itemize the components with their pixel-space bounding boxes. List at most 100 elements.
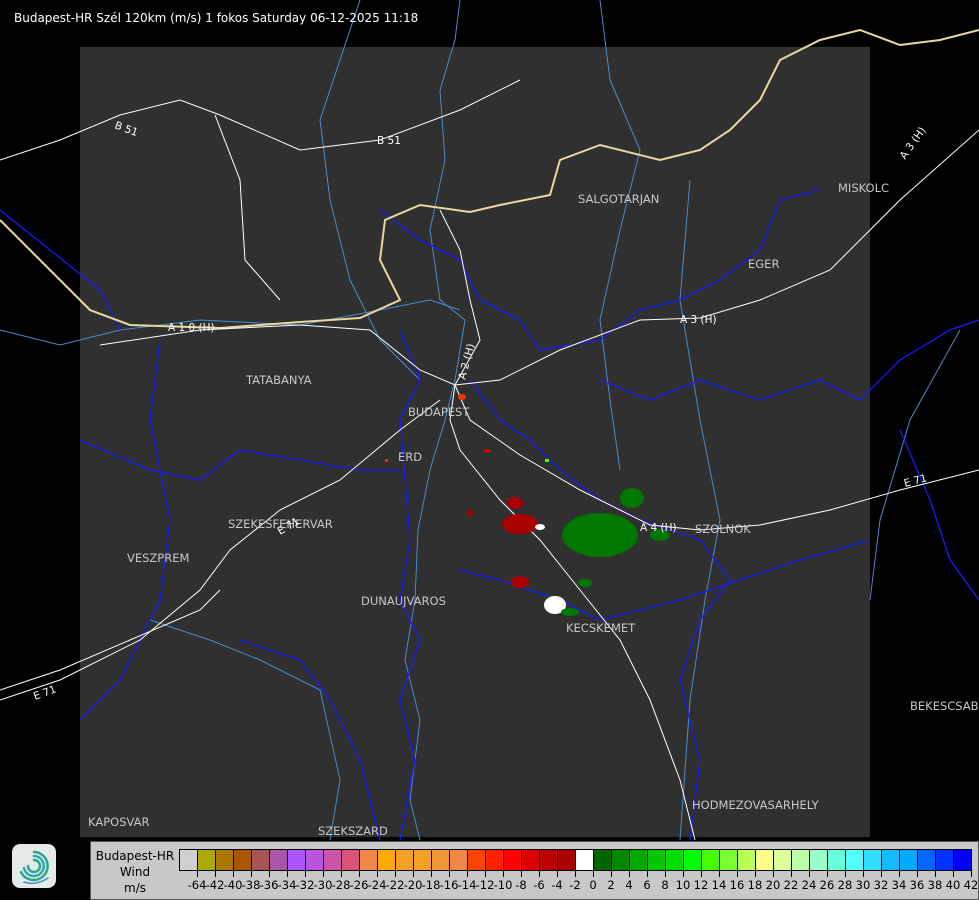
legend-tick-label: -8 (515, 878, 527, 892)
legend-tick-label: -32 (295, 878, 315, 892)
legend-tick-label: 24 (801, 878, 817, 892)
road-label: A 3 (H) (680, 314, 717, 326)
legend-swatch (180, 850, 198, 870)
road-label: E 71 (32, 684, 58, 703)
legend-swatch (252, 850, 270, 870)
legend-swatch (882, 850, 900, 870)
legend-tick-label: 0 (589, 878, 597, 892)
legend-tick-label: 8 (661, 878, 669, 892)
legend-tick (647, 870, 648, 877)
legend-tick-label: 32 (873, 878, 889, 892)
wind-color-legend: Budapest-HR Wind m/s -64 -42 -40 -38 -36 -34-… (90, 841, 979, 900)
legend-tick (593, 870, 594, 877)
legend-swatch (414, 850, 432, 870)
legend-swatch (774, 850, 792, 870)
legend-tick (251, 870, 252, 877)
road-label: A 4 (H) (640, 522, 677, 534)
legend-tick (665, 870, 666, 877)
legend-swatch (486, 850, 504, 870)
city-label: VESZPREM (127, 551, 189, 565)
legend-swatch (630, 850, 648, 870)
legend-tick-label: 28 (837, 878, 853, 892)
legend-swatch (342, 850, 360, 870)
legend-tick (863, 870, 864, 877)
legend-tick-label: -28 (331, 878, 351, 892)
legend-tick (917, 870, 918, 877)
legend-tick-label: -34 (277, 878, 297, 892)
legend-swatch (198, 850, 216, 870)
city-label: BEKESCSABA (910, 699, 979, 713)
legend-tick (341, 870, 342, 877)
legend-tick-label: -4 (551, 878, 563, 892)
legend-tick-label: -38 (241, 878, 261, 892)
legend-swatch (954, 850, 971, 870)
legend-tick (197, 870, 198, 877)
legend-tick-label: -40 (223, 878, 243, 892)
legend-title: Budapest-HR Wind m/s (91, 848, 179, 896)
legend-swatch (666, 850, 684, 870)
legend-tick-label: 40 (945, 878, 961, 892)
legend-tick-label: -10 (493, 878, 513, 892)
legend-swatch (234, 850, 252, 870)
road-label: A 1 0 (H) (168, 322, 215, 334)
legend-swatch (558, 850, 576, 870)
legend-tick (539, 870, 540, 877)
legend-tick (755, 870, 756, 877)
legend-tick-label: 14 (711, 878, 727, 892)
legend-tick (611, 870, 612, 877)
legend-tick (809, 870, 810, 877)
legend-tick-label: 6 (643, 878, 651, 892)
legend-swatch (756, 850, 774, 870)
road-label: A 3 (H) (898, 125, 929, 162)
legend-tick (899, 870, 900, 877)
legend-tick (323, 870, 324, 877)
legend-swatch (306, 850, 324, 870)
legend-swatch (594, 850, 612, 870)
legend-tick-label: -2 (569, 878, 581, 892)
legend-swatch (576, 850, 594, 870)
legend-tick (233, 870, 234, 877)
legend-swatch (810, 850, 828, 870)
legend-tick-label: -64 (187, 878, 207, 892)
legend-unit: m/s (124, 881, 146, 895)
map-title: Budapest-HR Szél 120km (m/s) 1 fokos Sat… (14, 11, 419, 25)
legend-tick-label: 12 (693, 878, 709, 892)
legend-tick-label: -22 (385, 878, 405, 892)
legend-tick (719, 870, 720, 877)
legend-swatch (864, 850, 882, 870)
legend-tick (521, 870, 522, 877)
legend-tick-label: 2 (607, 878, 615, 892)
city-label: KECSKEMET (566, 621, 636, 635)
legend-tick-label: -26 (349, 878, 369, 892)
radar-map[interactable]: SALGOTARJAN EGER MISKOLC TATABANYA BUDAP… (0, 0, 979, 900)
city-label: SZEKSZARD (318, 824, 388, 838)
legend-tick (935, 870, 936, 877)
legend-tick (971, 870, 972, 877)
legend-swatch (324, 850, 342, 870)
legend-swatch (396, 850, 414, 870)
legend-swatch (720, 850, 738, 870)
legend-tick (845, 870, 846, 877)
legend-tick-label: -30 (313, 878, 333, 892)
legend-tick (377, 870, 378, 877)
legend-tick (575, 870, 576, 877)
legend-tick (629, 870, 630, 877)
legend-tick (737, 870, 738, 877)
legend-tick (683, 870, 684, 877)
legend-tick (449, 870, 450, 877)
legend-tick (881, 870, 882, 877)
legend-tick-label: 38 (927, 878, 943, 892)
legend-swatch (432, 850, 450, 870)
legend-tick-label: 10 (675, 878, 691, 892)
legend-swatch (648, 850, 666, 870)
city-label: SALGOTARJAN (578, 192, 659, 206)
legend-tick-label: 30 (855, 878, 871, 892)
legend-tick (557, 870, 558, 877)
legend-tick (413, 870, 414, 877)
legend-swatch (450, 850, 468, 870)
legend-swatch (936, 850, 954, 870)
legend-swatch (522, 850, 540, 870)
legend-tick (485, 870, 486, 877)
legend-tick (269, 870, 270, 877)
legend-swatch (828, 850, 846, 870)
